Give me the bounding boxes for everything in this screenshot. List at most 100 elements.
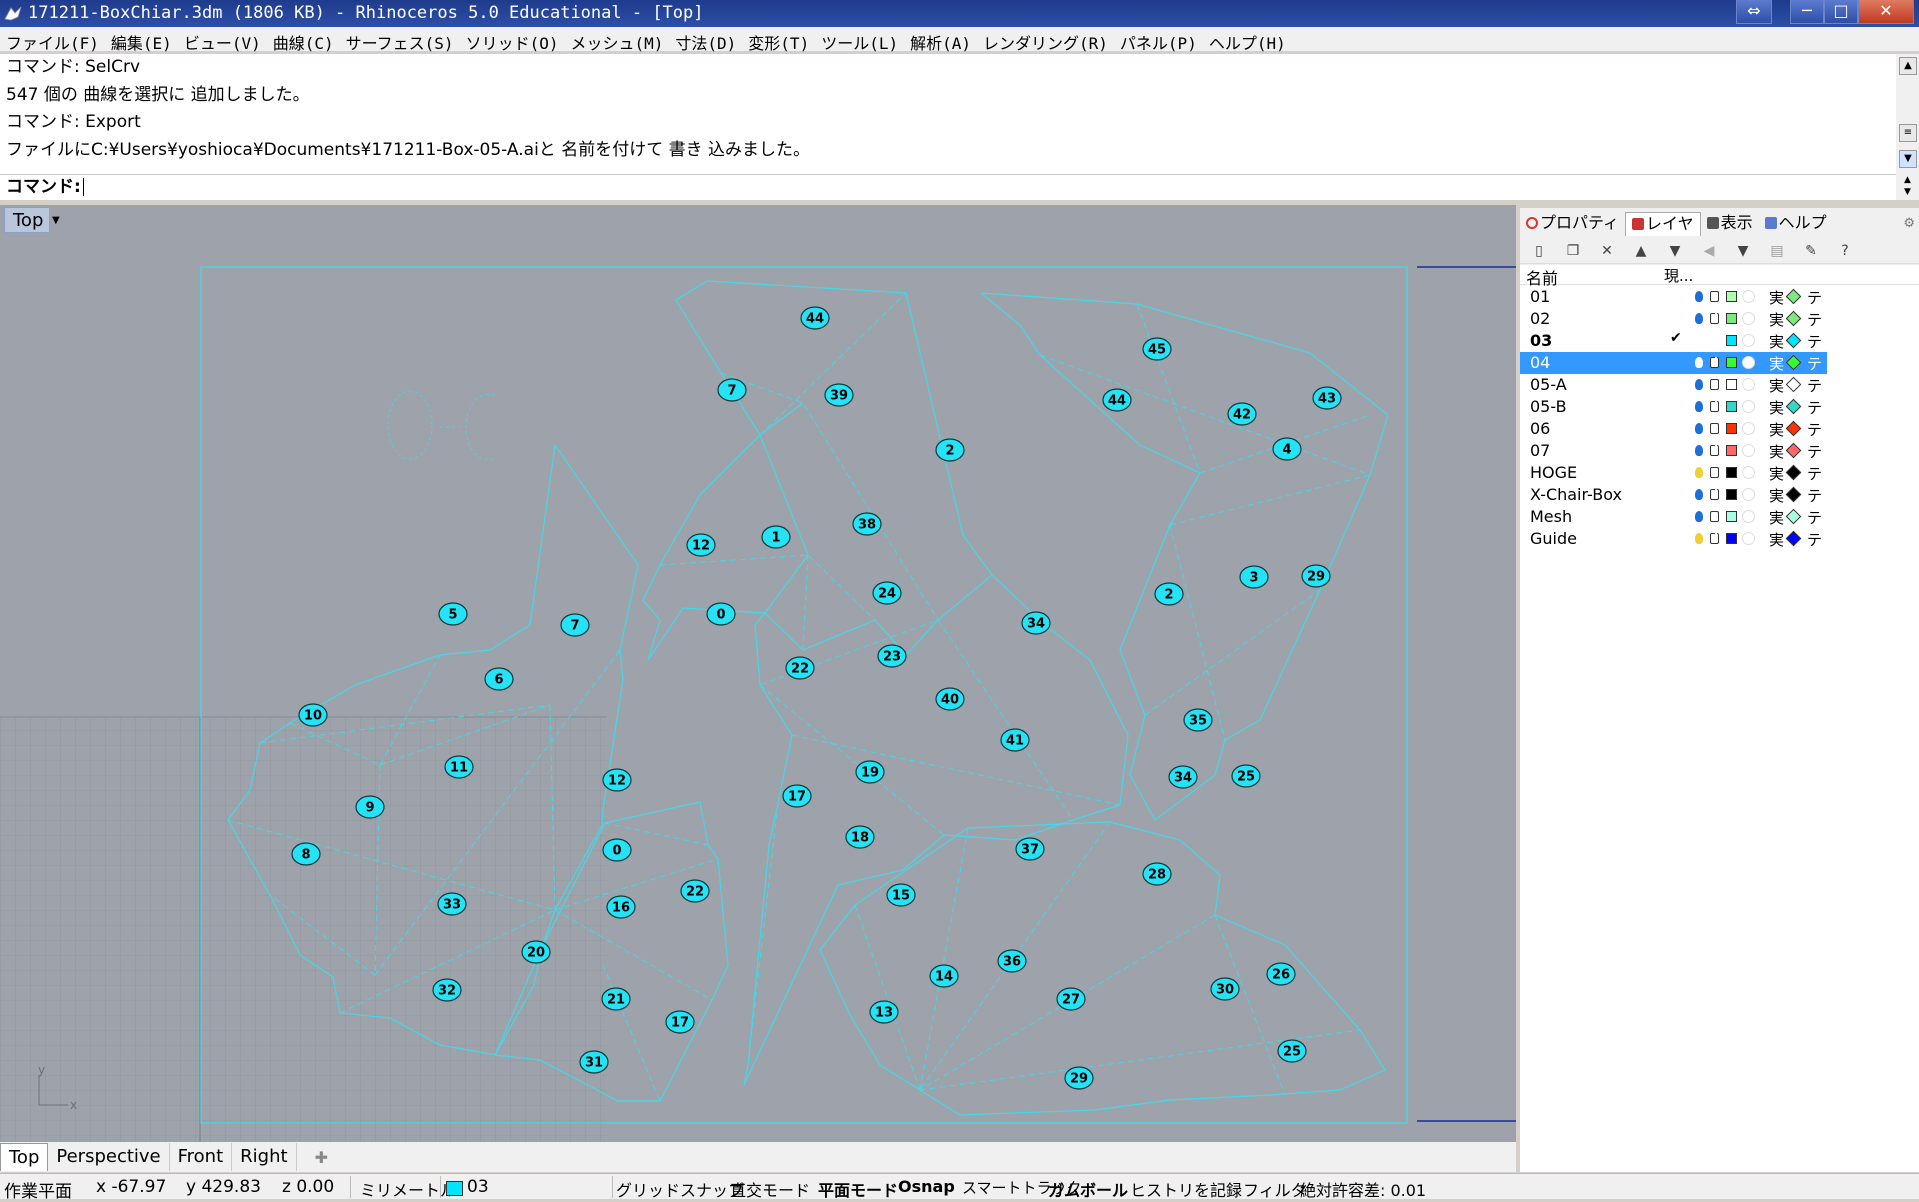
print-color-diamond-icon[interactable] bbox=[1785, 464, 1802, 481]
lock-icon[interactable] bbox=[1710, 533, 1719, 544]
tab-perspective[interactable]: Perspective bbox=[48, 1143, 170, 1171]
gear-icon[interactable]: ⚙ bbox=[1903, 216, 1915, 231]
menu-curve[interactable]: 曲線(C) bbox=[267, 27, 340, 53]
layer-color-swatch[interactable] bbox=[1726, 401, 1737, 412]
lightbulb-icon[interactable] bbox=[1695, 401, 1703, 412]
move-down-icon[interactable]: ▼ bbox=[1666, 242, 1684, 260]
linetype-circle-icon[interactable] bbox=[1742, 334, 1755, 347]
linetype-circle-icon[interactable] bbox=[1742, 532, 1755, 545]
linetype-label[interactable]: 実 bbox=[1769, 441, 1784, 462]
layer-color-swatch[interactable] bbox=[1726, 445, 1737, 456]
menu-solid[interactable]: ソリッド(O) bbox=[460, 27, 565, 53]
new-sublayer-icon[interactable]: ❐ bbox=[1564, 242, 1582, 260]
layer-name[interactable]: 03 bbox=[1530, 331, 1552, 350]
print-color-diamond-icon[interactable] bbox=[1785, 508, 1802, 525]
linetype-label[interactable]: 実 bbox=[1769, 419, 1784, 440]
lock-icon[interactable] bbox=[1710, 313, 1719, 324]
layer-name[interactable]: Guide bbox=[1530, 529, 1577, 548]
linetype-circle-icon[interactable] bbox=[1742, 510, 1755, 523]
scroll-thumb[interactable]: ≡ bbox=[1899, 124, 1917, 142]
menu-mesh[interactable]: メッシュ(M) bbox=[564, 27, 669, 53]
linetype-circle-icon[interactable] bbox=[1742, 312, 1755, 325]
layer-name[interactable]: 07 bbox=[1530, 441, 1550, 460]
menu-panels[interactable]: パネル(P) bbox=[1114, 27, 1203, 53]
lightbulb-icon[interactable] bbox=[1695, 313, 1703, 324]
tab-help[interactable]: ヘルプ bbox=[1759, 212, 1833, 236]
tools-icon[interactable]: ✎ bbox=[1802, 242, 1820, 260]
layer-row-05-b[interactable]: 05-B 実 テ bbox=[1520, 396, 1827, 418]
linetype-label[interactable]: 実 bbox=[1769, 485, 1784, 506]
lightbulb-icon[interactable] bbox=[1695, 445, 1703, 456]
print-color-diamond-icon[interactable] bbox=[1785, 332, 1802, 349]
lock-icon[interactable] bbox=[1710, 291, 1719, 302]
filter-toggle[interactable]: フィルタ bbox=[1243, 1177, 1307, 1201]
linetype-circle-icon[interactable] bbox=[1742, 400, 1755, 413]
print-color-diamond-icon[interactable] bbox=[1785, 354, 1802, 371]
lightbulb-icon[interactable] bbox=[1695, 379, 1703, 390]
command-prompt[interactable]: コマンド: bbox=[0, 174, 1896, 200]
record-history-toggle[interactable]: ヒストリを記録 bbox=[1130, 1177, 1242, 1201]
menu-analyze[interactable]: 解析(A) bbox=[904, 27, 977, 53]
print-width-label[interactable]: テ bbox=[1807, 463, 1822, 484]
lock-icon[interactable] bbox=[1710, 379, 1719, 390]
layer-color-swatch[interactable] bbox=[1726, 379, 1737, 390]
layer-row-guide[interactable]: Guide 実 テ bbox=[1520, 528, 1827, 550]
layer-color-swatch[interactable] bbox=[1726, 489, 1737, 500]
lightbulb-icon[interactable] bbox=[1695, 357, 1703, 368]
layer-row-02[interactable]: 02 実 テ bbox=[1520, 308, 1827, 330]
layer-row-04[interactable]: 04 実 テ bbox=[1520, 352, 1827, 374]
linetype-label[interactable]: 実 bbox=[1769, 507, 1784, 528]
current-check-icon[interactable]: ✔ bbox=[1670, 330, 1682, 346]
add-tab-icon[interactable]: ✚ bbox=[297, 1148, 346, 1167]
tab-front[interactable]: Front bbox=[170, 1143, 233, 1171]
tab-right[interactable]: Right bbox=[232, 1143, 297, 1171]
print-width-label[interactable]: テ bbox=[1807, 441, 1822, 462]
tab-properties[interactable]: プロパティ bbox=[1520, 212, 1625, 236]
layer-color-swatch[interactable] bbox=[1726, 291, 1737, 302]
layer-name[interactable]: 05-B bbox=[1530, 397, 1567, 416]
layer-name[interactable]: X-Chair-Box bbox=[1530, 485, 1622, 504]
lock-icon[interactable] bbox=[1710, 489, 1719, 500]
lightbulb-icon[interactable] bbox=[1695, 533, 1703, 544]
layer-name[interactable]: Mesh bbox=[1530, 507, 1572, 526]
print-width-label[interactable]: テ bbox=[1807, 353, 1822, 374]
layer-color-swatch[interactable] bbox=[1726, 511, 1737, 522]
linetype-circle-icon[interactable] bbox=[1742, 422, 1755, 435]
linetype-label[interactable]: 実 bbox=[1769, 331, 1784, 352]
lightbulb-icon[interactable] bbox=[1695, 511, 1703, 522]
layer-row-mesh[interactable]: Mesh 実 テ bbox=[1520, 506, 1827, 528]
print-color-diamond-icon[interactable] bbox=[1785, 486, 1802, 503]
layer-name[interactable]: 05-A bbox=[1530, 375, 1567, 394]
menu-surface[interactable]: サーフェス(S) bbox=[340, 27, 460, 53]
tab-top[interactable]: Top bbox=[0, 1143, 49, 1171]
lock-icon[interactable] bbox=[1710, 357, 1719, 368]
viewport-canvas[interactable]: 4439723811202423223440411917184544424343… bbox=[0, 205, 1516, 1142]
linetype-circle-icon[interactable] bbox=[1742, 290, 1755, 303]
print-width-label[interactable]: テ bbox=[1807, 309, 1822, 330]
grid-snap-toggle[interactable]: グリッドスナップ bbox=[616, 1177, 744, 1201]
menu-view[interactable]: ビュー(V) bbox=[178, 27, 267, 53]
lightbulb-icon[interactable] bbox=[1695, 489, 1703, 500]
menu-help[interactable]: ヘルプ(H) bbox=[1203, 27, 1292, 53]
print-color-diamond-icon[interactable] bbox=[1785, 530, 1802, 547]
osnap-toggle[interactable]: Osnap bbox=[898, 1177, 955, 1196]
linetype-label[interactable]: 実 bbox=[1769, 397, 1784, 418]
linetype-label[interactable]: 実 bbox=[1769, 463, 1784, 484]
linetype-circle-icon[interactable] bbox=[1742, 444, 1755, 457]
viewport-title[interactable]: Top bbox=[4, 207, 51, 233]
menu-transform[interactable]: 変形(T) bbox=[742, 27, 815, 53]
layer-name[interactable]: 01 bbox=[1530, 287, 1550, 306]
scroll-up-icon[interactable]: ▲ bbox=[1899, 57, 1917, 75]
layer-row-01[interactable]: 01 実 テ bbox=[1520, 286, 1827, 308]
chevron-down-icon[interactable]: ▼ bbox=[52, 215, 60, 226]
print-width-label[interactable]: テ bbox=[1807, 287, 1822, 308]
move-parent-icon[interactable]: ◀ bbox=[1700, 242, 1718, 260]
linetype-label[interactable]: 実 bbox=[1769, 375, 1784, 396]
print-width-label[interactable]: テ bbox=[1807, 397, 1822, 418]
layer-name[interactable]: 04 bbox=[1530, 353, 1550, 372]
linetype-label[interactable]: 実 bbox=[1769, 309, 1784, 330]
print-color-diamond-icon[interactable] bbox=[1785, 288, 1802, 305]
print-width-label[interactable]: テ bbox=[1807, 529, 1822, 550]
linetype-circle-icon[interactable] bbox=[1742, 488, 1755, 501]
planar-toggle[interactable]: 平面モード bbox=[818, 1177, 898, 1201]
